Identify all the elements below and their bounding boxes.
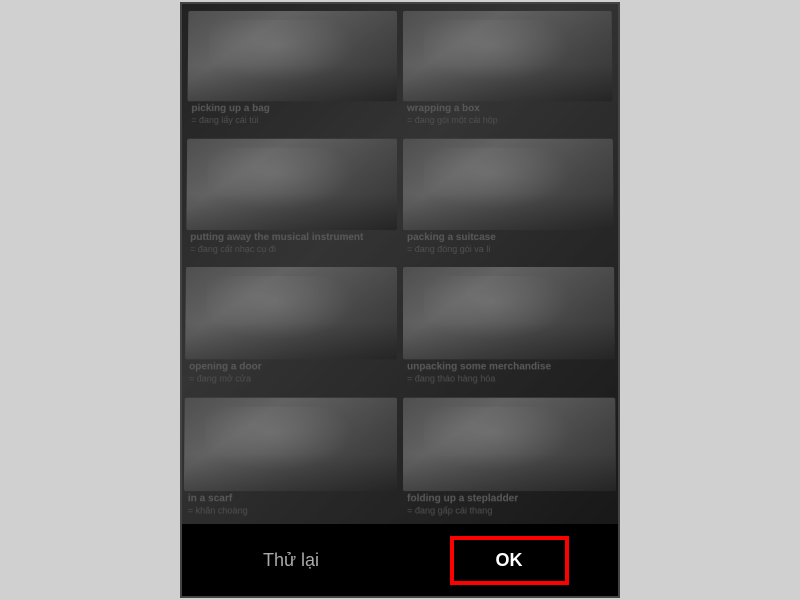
vocab-english: wrapping a box — [407, 103, 609, 115]
vocab-image — [186, 138, 397, 229]
vocab-vietnamese: = đang gói một cái hộp — [407, 115, 609, 126]
vocab-english: packing a suitcase — [407, 232, 610, 244]
vocab-item: putting away the musical instrument = đa… — [186, 138, 397, 261]
vocab-item: folding up a stepladder = đang gấp cái t… — [403, 397, 616, 523]
vocab-english: unpacking some merchandise — [407, 361, 611, 373]
vocab-english: opening a door — [189, 361, 393, 373]
vocab-english: in a scarf — [188, 493, 393, 505]
ok-button[interactable]: OK — [400, 524, 618, 596]
camera-preview: picking up a bag = đang lấy cái túi wrap… — [182, 4, 618, 524]
vocab-image — [403, 397, 616, 490]
scanned-page: picking up a bag = đang lấy cái túi wrap… — [182, 7, 618, 524]
vocab-vietnamese: = đang lấy cái túi — [191, 115, 393, 126]
vocab-item: unpacking some merchandise = đang tháo h… — [403, 267, 615, 391]
retry-button[interactable]: Thử lại — [182, 524, 400, 596]
vocab-vietnamese: = đang gấp cái thang — [407, 505, 612, 516]
phone-screen: picking up a bag = đang lấy cái túi wrap… — [180, 2, 620, 598]
vocab-item: picking up a bag = đang lấy cái túi — [187, 11, 397, 132]
vocab-english: putting away the musical instrument — [190, 232, 393, 244]
vocab-vietnamese: = đang cất nhạc cụ đi — [190, 244, 393, 255]
action-bar: Thử lại OK — [182, 524, 618, 596]
vocab-image — [403, 267, 615, 359]
vocab-english: folding up a stepladder — [407, 493, 612, 505]
vocab-image — [185, 267, 397, 359]
vocab-vietnamese: = đang mở cửa — [189, 373, 393, 384]
vocab-image — [403, 11, 613, 101]
vocab-vietnamese: = khăn choàng — [188, 505, 393, 516]
vocab-vietnamese: = đang tháo hàng hóa — [407, 373, 611, 384]
retry-button-label: Thử lại — [263, 550, 319, 571]
vocab-item: in a scarf = khăn choàng — [184, 397, 397, 523]
vocab-english: picking up a bag — [191, 103, 393, 115]
vocab-item: opening a door = đang mở cửa — [185, 267, 397, 391]
vocab-vietnamese: = đang đóng gói va li — [407, 244, 610, 255]
vocab-item: wrapping a box = đang gói một cái hộp — [403, 11, 613, 132]
vocab-image — [403, 138, 614, 229]
vocab-image — [188, 11, 398, 101]
ok-button-label: OK — [450, 536, 569, 585]
vocab-item: packing a suitcase = đang đóng gói va li — [403, 138, 614, 261]
vocab-image — [184, 397, 397, 490]
